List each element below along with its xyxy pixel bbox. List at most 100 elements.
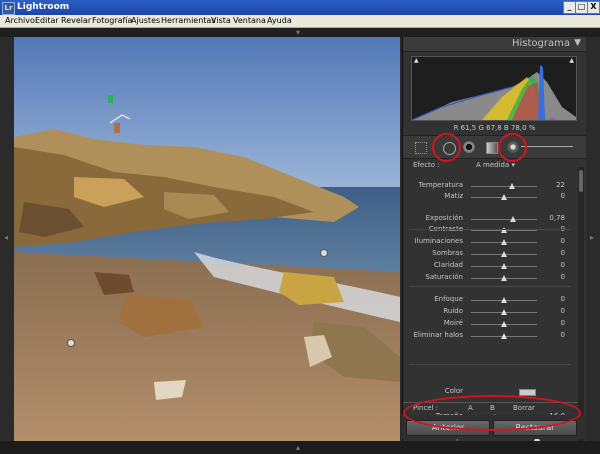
menu-fotografia[interactable]: Fotografía [92,16,132,25]
menu-vista[interactable]: Vista [211,16,231,25]
tool-strip-line [521,146,573,147]
sliders-slider-label: Matiz [444,192,463,200]
menu-ayuda[interactable]: Ayuda [267,16,292,25]
menu-herramientas[interactable]: Herramientas [161,16,216,25]
sliders-slider-row: Enfoque 0 [403,295,578,306]
sliders-slider-row: Ruido 0 [403,307,578,318]
sliders-slider-label: Exposición [425,214,463,222]
sliders-slider-value[interactable]: 0 [561,273,565,281]
sliders-slider-thumb[interactable] [501,263,507,269]
close-button[interactable]: X [587,1,600,14]
efecto-select[interactable]: A medida ▾ [476,161,515,169]
sliders-slider-thumb[interactable] [501,227,507,233]
panel-scrollbar[interactable] [578,167,584,441]
sliders-slider-track[interactable] [471,227,537,233]
sliders-slider-row: Exposición 0,78 [403,214,578,225]
sliders-slider-thumb[interactable] [501,239,507,245]
sliders-slider-track[interactable] [471,333,537,339]
menu-editar[interactable]: Editar [35,16,59,25]
expand-down-icon[interactable]: ▴ [296,443,300,452]
color-label: Color [444,387,463,395]
divider [409,286,571,287]
sliders-slider-thumb[interactable] [501,297,507,303]
histogram-curves [411,65,576,121]
sliders-slider-thumb[interactable] [501,275,507,281]
collapse-triangle-icon[interactable]: ▼ [574,38,581,48]
sliders-slider-row: Saturación 0 [403,273,578,284]
sliders-slider-track[interactable] [471,321,537,327]
sliders-slider-thumb[interactable] [501,333,507,339]
photo-canvas[interactable] [14,37,400,441]
histogram-header[interactable]: Histograma ▼ [403,37,586,52]
sliders-slider-track[interactable] [471,263,537,269]
sliders-slider-value[interactable]: 22 [556,181,565,189]
sliders-slider-label: Temperatura [418,181,463,189]
sliders-slider-track[interactable] [471,275,537,281]
menu-revelar[interactable]: Revelar [61,16,91,25]
expand-left-icon[interactable]: ◂ [4,233,8,242]
sliders-slider-row: Claridad 0 [403,261,578,272]
sliders-slider-row: Moiré 0 [403,319,578,330]
collapse-up-icon[interactable]: ▾ [296,28,300,37]
sliders-slider-row: Matiz 0 [403,192,578,203]
sliders-slider-value[interactable]: 0 [561,261,565,269]
sliders-slider-thumb[interactable] [510,216,517,222]
sliders-slider-track[interactable] [471,239,537,245]
sliders-slider-track[interactable] [471,251,537,257]
sliders-slider-value[interactable]: 0 [561,249,565,257]
sliders-slider-track[interactable] [471,183,537,189]
sliders-slider-row: Iluminaciones 0 [403,237,578,248]
menu-archivo[interactable]: Archivo [5,16,35,25]
menu-bar: Archivo Editar Revelar Fotografía Ajuste… [0,15,600,28]
collapse-right-icon[interactable]: ▸ [590,233,594,242]
highlight-ring-size [403,395,581,431]
graduated-filter-icon[interactable] [486,142,498,154]
tool-strip [403,133,586,162]
sliders-slider-value[interactable]: 0 [561,319,565,327]
sliders-slider-label: Saturación [425,273,463,281]
sliders-slider-value[interactable]: 0 [561,295,565,303]
sliders-slider-value[interactable]: 0 [561,237,565,245]
sliders-slider-track[interactable] [471,194,537,200]
sliders-slider-label: Eliminar halos [413,331,463,339]
sliders-slider-label: Claridad [433,261,463,269]
red-eye-icon[interactable] [463,141,475,153]
sliders-slider-row: Sombras 0 [403,249,578,260]
window-title: Lightroom [17,2,70,12]
sliders-slider-thumb[interactable] [501,309,507,315]
title-bar: Lr Lightroom _ □ X [0,0,600,15]
color-swatch[interactable] [519,389,536,396]
sliders-slider-label: Iluminaciones [414,237,463,245]
beach-photo [14,37,400,441]
left-panel-edge[interactable]: ◂ [0,37,14,441]
highlight-clip-icon[interactable]: ▲ [569,57,574,64]
sliders-slider-track[interactable] [471,297,537,303]
highlight-ring-brush [498,133,527,162]
develop-panel: Histograma ▼ ▲ ▲ R 61,5 G 67,8 B 78,0 % [402,37,586,441]
sliders-slider-thumb[interactable] [501,251,507,257]
sliders-slider-track[interactable] [471,216,537,222]
menu-ajustes[interactable]: Ajustes [131,16,160,25]
bottom-panel-grip[interactable]: ▴ [0,441,600,454]
sliders-slider-label: Moiré [443,319,463,327]
histogram-graph[interactable]: ▲ ▲ [411,56,577,121]
shadow-clip-icon[interactable]: ▲ [414,57,419,64]
menu-ventana[interactable]: Ventana [233,16,266,25]
sliders-slider-value[interactable]: 0 [561,307,565,315]
sliders-slider-track[interactable] [471,309,537,315]
sliders-slider-row: Contraste0 [403,225,578,236]
sliders-slider-thumb[interactable] [508,183,515,189]
sliders-slider-value[interactable]: 0 [561,192,565,200]
efecto-label: Efecto : [413,161,440,169]
sliders-slider-label: Enfoque [434,295,463,303]
sliders-slider-thumb[interactable] [501,194,507,200]
scrollbar-thumb[interactable] [579,170,583,192]
sliders-slider-value[interactable]: 0 [561,331,565,339]
sliders-slider-thumb[interactable] [501,321,507,327]
top-panel-grip[interactable]: ▾ [0,28,600,37]
crop-overlay-icon[interactable] [415,142,427,154]
highlight-ring-spot [432,133,461,162]
right-panel-edge[interactable]: ▸ [586,37,600,441]
divider [409,229,571,230]
sliders-slider-value[interactable]: 0,78 [549,214,565,222]
